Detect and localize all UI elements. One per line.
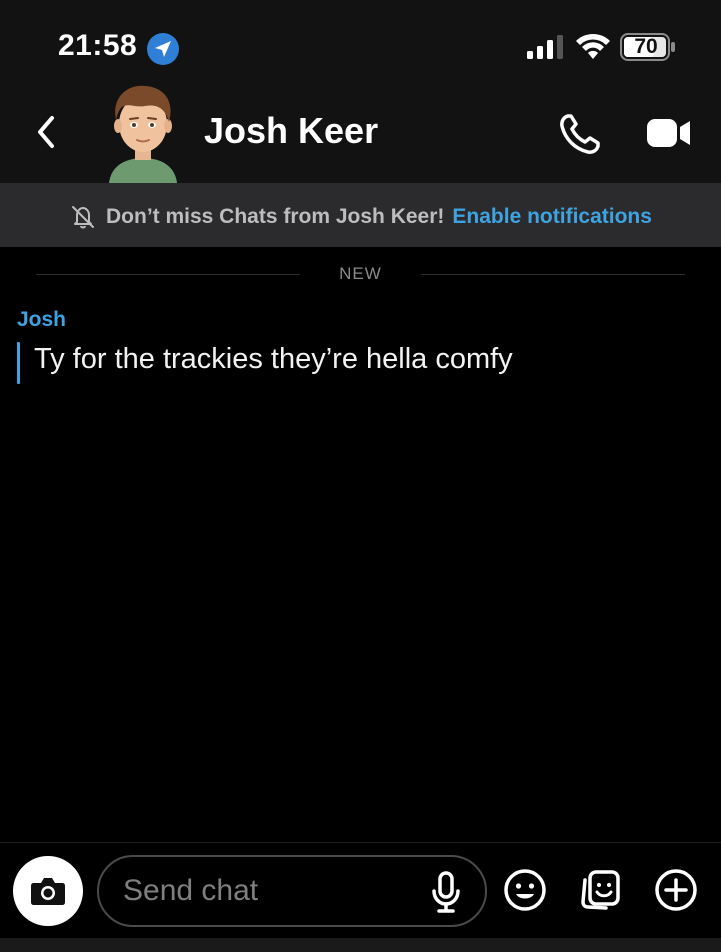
back-icon[interactable] [30, 112, 64, 152]
call-icon[interactable] [558, 112, 602, 156]
message-sender: Josh [17, 308, 67, 331]
home-indicator-strip [0, 938, 721, 952]
emoji-icon[interactable] [503, 868, 547, 912]
enable-notifications-link[interactable]: Enable notifications [452, 205, 652, 229]
bell-off-icon [72, 206, 94, 229]
cellular-signal-icon [527, 35, 563, 59]
contact-avatar[interactable] [101, 78, 185, 183]
camera-icon [31, 878, 65, 905]
message-text: Ty for the trackies they’re hella comfy [34, 343, 513, 375]
contact-name[interactable]: Josh Keer [204, 110, 378, 152]
notification-banner: Don’t miss Chats from Josh Keer! Enable … [0, 183, 721, 247]
status-time: 21:58 [58, 29, 138, 62]
location-arrow-icon [147, 33, 179, 65]
divider-line-right [421, 274, 685, 275]
notification-text: Don’t miss Chats from Josh Keer! [106, 205, 445, 228]
battery-level: 70 [634, 35, 658, 58]
send-chat-input[interactable] [123, 871, 423, 911]
camera-button[interactable] [13, 856, 83, 926]
status-bar: 21:58 70 [0, 0, 721, 80]
microphone-icon[interactable] [429, 871, 463, 913]
wifi-icon [576, 33, 610, 59]
video-icon[interactable] [646, 117, 692, 149]
message-accent-bar [17, 342, 20, 384]
sticker-icon[interactable] [578, 868, 622, 912]
plus-icon[interactable] [654, 868, 698, 912]
chat-input-container[interactable] [97, 855, 487, 927]
composer-divider [0, 842, 721, 843]
chat-header: 21:58 70 Josh Keer [0, 0, 721, 183]
